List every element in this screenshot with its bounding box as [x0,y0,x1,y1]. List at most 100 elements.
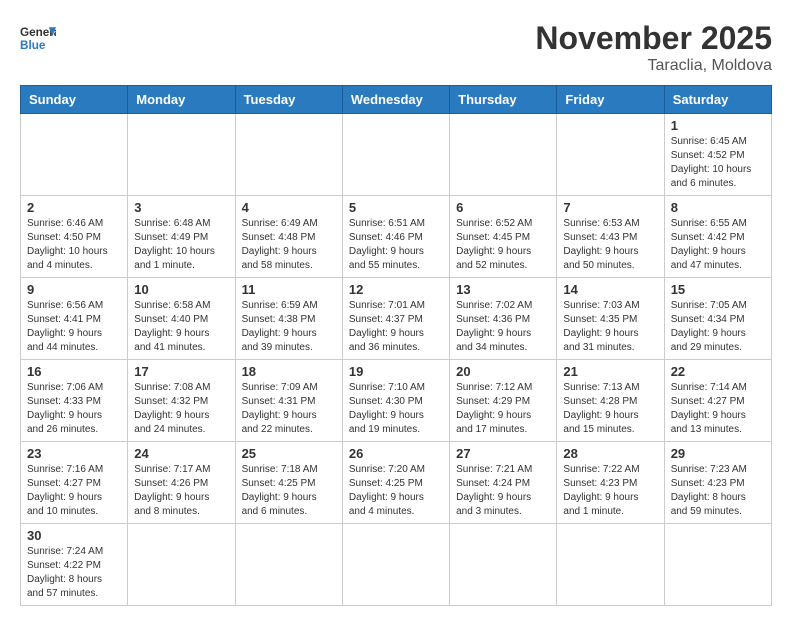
day-number: 8 [671,200,765,215]
calendar-cell: 25 Sunrise: 7:18 AM Sunset: 4:25 PM Dayli… [235,442,342,524]
day-number: 20 [456,364,550,379]
calendar-cell [342,524,449,606]
day-info: Sunrise: 7:02 AM Sunset: 4:36 PM Dayligh… [456,299,550,355]
calendar-week-4: 16Sunrise: 7:06 AM Sunset: 4:33 PM Dayli… [21,360,772,442]
calendar-cell [450,114,557,196]
day-number: 9 [27,282,121,297]
day-info: Sunrise: 7:24 AM Sunset: 4:22 PM Dayligh… [27,545,121,601]
location-subtitle: Taraclia, Moldova [535,57,772,75]
calendar-cell: 23Sunrise: 7:16 AM Sunset: 4:27 PM Dayli… [21,442,128,524]
calendar-cell: 5Sunrise: 6:51 AM Sunset: 4:46 PM Daylig… [342,196,449,278]
header-thursday: Thursday [450,86,557,114]
header-wednesday: Wednesday [342,86,449,114]
day-number: 24 [134,446,228,461]
day-info: Sunrise: 7:03 AM Sunset: 4:35 PM Dayligh… [563,299,657,355]
day-info: Sunrise: 7:01 AM Sunset: 4:37 PM Dayligh… [349,299,443,355]
svg-text:Blue: Blue [20,39,46,52]
logo-icon: General Blue [20,20,56,56]
day-info: Sunrise: 7:06 AM Sunset: 4:33 PM Dayligh… [27,381,121,437]
day-number: 4 [242,200,336,215]
day-number: 12 [349,282,443,297]
day-info: Sunrise: 7:18 AM Sunset: 4:25 PM Dayligh… [242,463,336,519]
day-info: Sunrise: 7:05 AM Sunset: 4:34 PM Dayligh… [671,299,765,355]
day-number: 3 [134,200,228,215]
day-number: 6 [456,200,550,215]
day-number: 15 [671,282,765,297]
calendar-cell: 30Sunrise: 7:24 AM Sunset: 4:22 PM Dayli… [21,524,128,606]
day-number: 1 [671,118,765,133]
day-number: 10 [134,282,228,297]
calendar-cell [235,524,342,606]
calendar-cell: 7Sunrise: 6:53 AM Sunset: 4:43 PM Daylig… [557,196,664,278]
calendar-cell [450,524,557,606]
day-number: 19 [349,364,443,379]
calendar-cell: 29 Sunrise: 7:23 AM Sunset: 4:23 PM Dayli… [664,442,771,524]
logo: General Blue [20,20,56,56]
day-number: 23 [27,446,121,461]
calendar-cell: 17 Sunrise: 7:08 AM Sunset: 4:32 PM Dayli… [128,360,235,442]
header-tuesday: Tuesday [235,86,342,114]
header-sunday: Sunday [21,86,128,114]
calendar-cell: 11 Sunrise: 6:59 AM Sunset: 4:38 PM Dayli… [235,278,342,360]
day-info: Sunrise: 7:21 AM Sunset: 4:24 PM Dayligh… [456,463,550,519]
calendar-cell: 14Sunrise: 7:03 AM Sunset: 4:35 PM Dayli… [557,278,664,360]
day-info: Sunrise: 6:56 AM Sunset: 4:41 PM Dayligh… [27,299,121,355]
day-info: Sunrise: 7:20 AM Sunset: 4:25 PM Dayligh… [349,463,443,519]
calendar-cell: 8 Sunrise: 6:55 AM Sunset: 4:42 PM Daylig… [664,196,771,278]
day-info: Sunrise: 7:14 AM Sunset: 4:27 PM Dayligh… [671,381,765,437]
calendar-cell [557,524,664,606]
day-info: Sunrise: 6:46 AM Sunset: 4:50 PM Dayligh… [27,217,121,273]
day-info: Sunrise: 6:49 AM Sunset: 4:48 PM Dayligh… [242,217,336,273]
calendar-cell: 1 Sunrise: 6:45 AM Sunset: 4:52 PM Daylig… [664,114,771,196]
day-number: 22 [671,364,765,379]
day-info: Sunrise: 7:09 AM Sunset: 4:31 PM Dayligh… [242,381,336,437]
day-info: Sunrise: 7:12 AM Sunset: 4:29 PM Dayligh… [456,381,550,437]
calendar-cell: 28Sunrise: 7:22 AM Sunset: 4:23 PM Dayli… [557,442,664,524]
calendar-cell: 27Sunrise: 7:21 AM Sunset: 4:24 PM Dayli… [450,442,557,524]
calendar-cell: 15 Sunrise: 7:05 AM Sunset: 4:34 PM Dayli… [664,278,771,360]
day-info: Sunrise: 7:10 AM Sunset: 4:30 PM Dayligh… [349,381,443,437]
day-number: 17 [134,364,228,379]
calendar-cell: 9 Sunrise: 6:56 AM Sunset: 4:41 PM Daylig… [21,278,128,360]
calendar-cell: 24 Sunrise: 7:17 AM Sunset: 4:26 PM Dayli… [128,442,235,524]
calendar-cell [128,114,235,196]
day-number: 11 [242,282,336,297]
calendar-cell: 12 Sunrise: 7:01 AM Sunset: 4:37 PM Dayli… [342,278,449,360]
day-info: Sunrise: 6:52 AM Sunset: 4:45 PM Dayligh… [456,217,550,273]
calendar-cell: 16Sunrise: 7:06 AM Sunset: 4:33 PM Dayli… [21,360,128,442]
days-header-row: SundayMondayTuesdayWednesdayThursdayFrid… [21,86,772,114]
calendar-cell [21,114,128,196]
day-number: 21 [563,364,657,379]
day-info: Sunrise: 6:58 AM Sunset: 4:40 PM Dayligh… [134,299,228,355]
day-number: 26 [349,446,443,461]
day-info: Sunrise: 6:53 AM Sunset: 4:43 PM Dayligh… [563,217,657,273]
day-number: 28 [563,446,657,461]
calendar-cell [557,114,664,196]
calendar-cell: 20 Sunrise: 7:12 AM Sunset: 4:29 PM Dayli… [450,360,557,442]
page-header: General Blue November 2025 Taraclia, Mol… [20,20,772,75]
calendar-cell: 2 Sunrise: 6:46 AM Sunset: 4:50 PM Daylig… [21,196,128,278]
calendar-cell [342,114,449,196]
header-monday: Monday [128,86,235,114]
day-info: Sunrise: 7:13 AM Sunset: 4:28 PM Dayligh… [563,381,657,437]
day-info: Sunrise: 7:23 AM Sunset: 4:23 PM Dayligh… [671,463,765,519]
calendar-cell [235,114,342,196]
calendar-cell: 26 Sunrise: 7:20 AM Sunset: 4:25 PM Dayli… [342,442,449,524]
calendar-cell: 4 Sunrise: 6:49 AM Sunset: 4:48 PM Daylig… [235,196,342,278]
header-saturday: Saturday [664,86,771,114]
month-title: November 2025 [535,20,772,57]
day-info: Sunrise: 7:08 AM Sunset: 4:32 PM Dayligh… [134,381,228,437]
day-number: 5 [349,200,443,215]
calendar-cell: 19 Sunrise: 7:10 AM Sunset: 4:30 PM Dayli… [342,360,449,442]
calendar-cell: 21 Sunrise: 7:13 AM Sunset: 4:28 PM Dayli… [557,360,664,442]
day-number: 13 [456,282,550,297]
calendar-cell: 13 Sunrise: 7:02 AM Sunset: 4:36 PM Dayli… [450,278,557,360]
day-info: Sunrise: 7:17 AM Sunset: 4:26 PM Dayligh… [134,463,228,519]
calendar-cell: 3Sunrise: 6:48 AM Sunset: 4:49 PM Daylig… [128,196,235,278]
day-number: 25 [242,446,336,461]
day-info: Sunrise: 6:55 AM Sunset: 4:42 PM Dayligh… [671,217,765,273]
day-number: 29 [671,446,765,461]
day-info: Sunrise: 6:45 AM Sunset: 4:52 PM Dayligh… [671,135,765,191]
day-number: 2 [27,200,121,215]
day-info: Sunrise: 6:59 AM Sunset: 4:38 PM Dayligh… [242,299,336,355]
